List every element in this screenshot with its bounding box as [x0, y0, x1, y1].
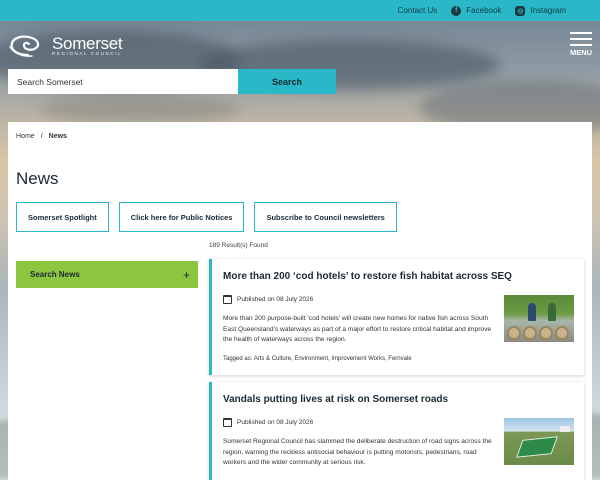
article-title[interactable]: Vandals putting lives at risk on Somerse… [223, 394, 448, 405]
site-logo[interactable]: Somerset Regional Council [8, 31, 123, 61]
calendar-icon [223, 418, 232, 427]
somerset-spotlight-button[interactable]: Somerset Spotlight [16, 202, 109, 232]
site-search: Search [8, 69, 336, 94]
article-thumbnail-image[interactable] [504, 295, 574, 342]
public-notices-button[interactable]: Click here for Public Notices [118, 202, 245, 232]
article-excerpt: Somerset Regional Council has slammed th… [223, 438, 492, 466]
article-thumbnail-image[interactable] [504, 418, 574, 465]
article-published-date: Published on 08 July 2026 [223, 295, 313, 304]
news-article-card[interactable]: More than 200 ‘cod hotels’ to restore fi… [209, 259, 584, 375]
search-input[interactable] [8, 69, 238, 94]
brand-name: Somerset [52, 34, 123, 53]
facebook-link[interactable]: f Facebook [451, 5, 501, 16]
breadcrumb: Home / News [16, 133, 67, 140]
menu-button[interactable]: MENU [570, 32, 592, 57]
page-title: News [16, 169, 59, 188]
breadcrumb-home-link[interactable]: Home [16, 133, 35, 140]
article-published-date: Published on 08 July 2026 [223, 418, 313, 427]
news-article-card[interactable]: Vandals putting lives at risk on Somerse… [209, 382, 584, 480]
article-title[interactable]: More than 200 ‘cod hotels’ to restore fi… [223, 271, 512, 282]
swirl-logo-icon [9, 35, 40, 57]
article-tags: Tagged as: Arts & Culture, Environment, … [223, 356, 412, 362]
quick-links: Somerset Spotlight Click here for Public… [16, 202, 397, 232]
breadcrumb-separator: / [40, 133, 43, 140]
hamburger-icon [570, 32, 592, 34]
subscribe-newsletters-button[interactable]: Subscribe to Council newsletters [254, 202, 397, 232]
calendar-icon [223, 295, 232, 304]
breadcrumb-current: News [48, 133, 67, 140]
article-excerpt: More than 200 purpose-built ‘cod hotels’… [223, 315, 492, 343]
search-news-label: Search News [30, 270, 80, 279]
results-count: 189 Result(s) Found [209, 242, 268, 249]
menu-label: MENU [570, 48, 593, 57]
plus-icon: + [182, 267, 190, 282]
search-button[interactable]: Search [238, 69, 336, 94]
contact-us-link[interactable]: Contact Us [398, 6, 438, 15]
brand-subtitle: Regional Council [52, 51, 123, 56]
search-news-toggle[interactable]: Search News + [16, 261, 198, 288]
main-content-card: Home / News News Somerset Spotlight Clic… [8, 122, 592, 480]
facebook-icon: f [451, 5, 462, 16]
instagram-link[interactable]: ◎ Instagram [515, 5, 566, 16]
instagram-icon: ◎ [515, 5, 526, 16]
top-utility-bar: Contact Us f Facebook ◎ Instagram [0, 0, 600, 21]
